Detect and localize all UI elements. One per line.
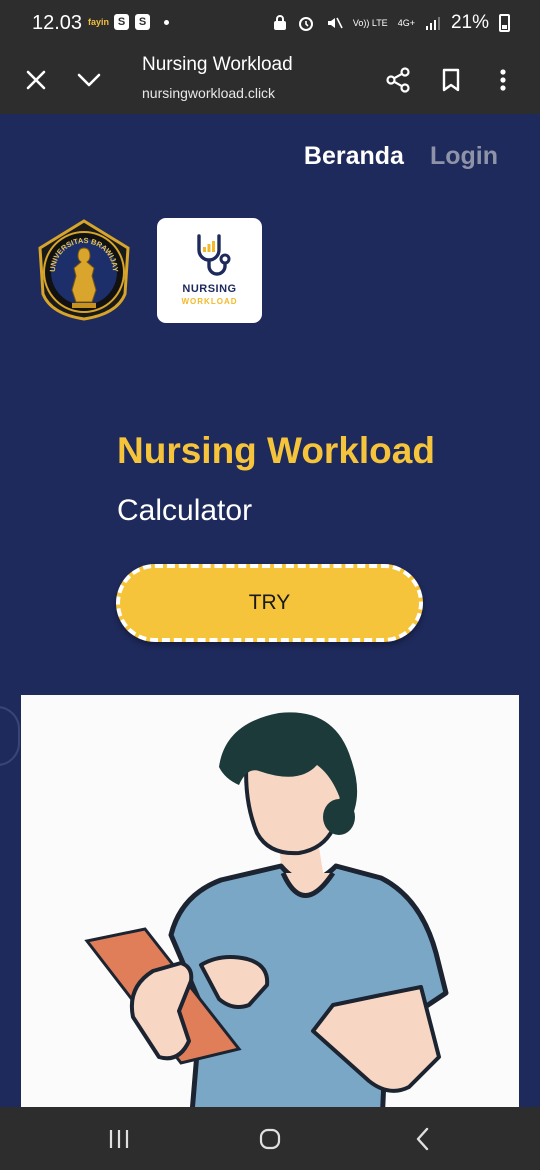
battery-icon [499, 14, 510, 32]
network-type: 4G+ [397, 17, 415, 28]
top-nav: Beranda Login [304, 142, 498, 171]
home-button[interactable] [255, 1125, 285, 1153]
share-button[interactable] [380, 62, 416, 98]
hero-subtitle: Calculator [117, 494, 253, 527]
back-icon [416, 1127, 429, 1151]
bookmark-icon [442, 68, 460, 92]
recents-icon [109, 1130, 129, 1148]
mute-icon [327, 17, 343, 29]
bookmark-button[interactable] [433, 62, 469, 98]
home-icon [259, 1128, 281, 1150]
nurse-illustration [21, 695, 519, 1107]
page-hero: Beranda Login UNIVERSITAS BRAWIJAYA [0, 114, 540, 1107]
browser-toolbar: Nursing Workload nursingworkload.click [0, 48, 540, 114]
stethoscope-chart-icon [197, 234, 231, 276]
more-vert-icon [500, 69, 506, 91]
signal-icon [425, 17, 440, 30]
nav-login-link[interactable]: Login [430, 142, 498, 171]
status-time: 12.03 [32, 12, 83, 34]
alarm-icon [298, 17, 313, 31]
back-button[interactable] [408, 1125, 438, 1153]
close-button[interactable] [18, 62, 54, 98]
system-nav-bar [0, 1107, 540, 1170]
page-url[interactable]: nursingworkload.click [142, 85, 275, 101]
battery-level: 21% [450, 12, 489, 33]
app-logo-line1: NURSING [182, 283, 237, 295]
more-notifications-dot [164, 19, 169, 25]
system-icons: Vo)) LTE 4G+ 21% [273, 12, 510, 34]
share-icon [386, 67, 410, 93]
close-icon [26, 70, 46, 90]
app-notification-icon: fayin [88, 17, 110, 27]
app-logo-line2: WORKLOAD [181, 297, 238, 306]
shop-notification-icon: S [114, 14, 129, 30]
app-logo: NURSING WORKLOAD [157, 218, 262, 323]
volte-indicator: Vo)) LTE [352, 17, 388, 28]
lock-icon [273, 15, 286, 30]
recents-button[interactable] [104, 1125, 134, 1153]
more-options-button[interactable] [485, 62, 521, 98]
chevron-down-icon [77, 73, 101, 87]
minimize-button[interactable] [71, 62, 107, 98]
hero-title: Nursing Workload [117, 430, 435, 471]
page-title: Nursing Workload [142, 54, 293, 75]
university-seal-icon: UNIVERSITAS BRAWIJAYA [30, 211, 130, 321]
university-logo: UNIVERSITAS BRAWIJAYA [30, 211, 135, 322]
try-button[interactable]: TRY [116, 564, 423, 642]
status-bar: 12.03 fayin S S Vo)) LTE 4G+ 21% [0, 0, 540, 48]
nurse-image [84, 712, 449, 1107]
floating-side-tab[interactable] [0, 706, 20, 766]
nav-home-link[interactable]: Beranda [304, 142, 404, 171]
shop-notification-icon: S [135, 14, 150, 30]
notification-icons: fayin S S [88, 14, 169, 30]
